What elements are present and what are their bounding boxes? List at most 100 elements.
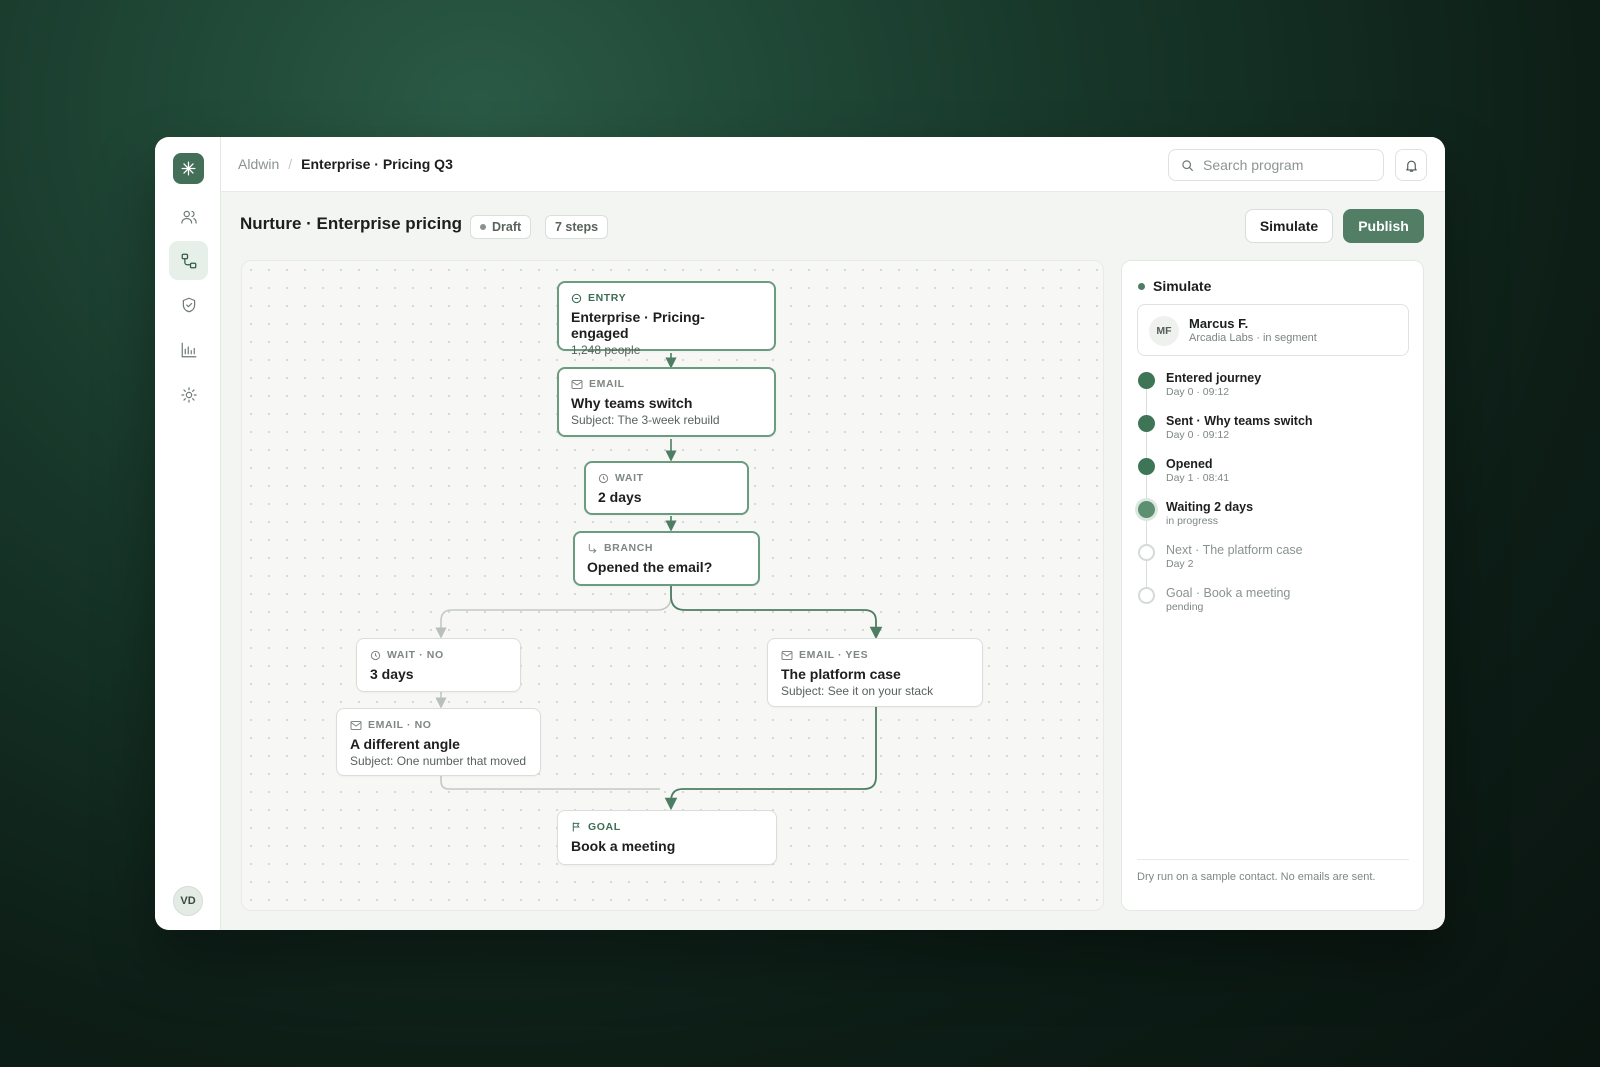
node-subtitle: Subject: See it on your stack xyxy=(781,684,934,698)
status-badge: Draft xyxy=(470,215,532,239)
journey-canvas[interactable]: ENTRY Enterprise · Pricing-engaged 1,248… xyxy=(241,260,1104,911)
nav-settings[interactable] xyxy=(169,375,208,414)
panel-heading: Simulate xyxy=(1138,278,1211,294)
mail-icon xyxy=(571,379,583,389)
simulate-panel: Simulate MF Marcus F. Arcadia Labs · in … xyxy=(1121,260,1424,911)
node-title: Why teams switch xyxy=(571,395,693,411)
steps-label: 7 steps xyxy=(555,220,599,234)
search-icon xyxy=(1182,159,1193,171)
node-email-yes[interactable]: EMAIL · YES The platform case Subject: S… xyxy=(767,638,983,707)
connector-email-yes-goal xyxy=(664,707,877,811)
nav-audience[interactable] xyxy=(169,197,208,236)
timeline-title: Goal · Book a meeting xyxy=(1166,586,1291,600)
sample-contact-card[interactable]: MF Marcus F. Arcadia Labs · in segment xyxy=(1137,304,1409,356)
node-kind: GOAL xyxy=(588,821,621,833)
node-title: The platform case xyxy=(781,666,901,682)
mail-icon xyxy=(781,650,793,660)
node-email-no[interactable]: EMAIL · NO A different angle Subject: On… xyxy=(336,708,541,776)
timeline-title: Sent · Why teams switch xyxy=(1166,414,1313,428)
connector-branch-yes xyxy=(670,586,883,640)
search-input[interactable] xyxy=(1203,157,1363,173)
timeline-title: Entered journey xyxy=(1166,371,1262,385)
node-wait-no[interactable]: WAIT · NO 3 days xyxy=(356,638,521,692)
breadcrumb: Aldwin / Enterprise · Pricing Q3 xyxy=(238,156,453,172)
node-title: Enterprise · Pricing-engaged xyxy=(571,309,705,341)
status-label: Draft xyxy=(492,220,522,234)
publish-button[interactable]: Publish xyxy=(1343,209,1424,243)
steps-badge: 7 steps xyxy=(545,215,609,239)
node-entry[interactable]: ENTRY Enterprise · Pricing-engaged 1,248… xyxy=(557,281,776,357)
timeline-line xyxy=(1146,381,1147,601)
node-wait-2-days[interactable]: WAIT 2 days xyxy=(584,461,749,515)
user-avatar[interactable]: VD xyxy=(173,886,203,916)
branch-icon xyxy=(588,543,597,553)
node-kind: EMAIL xyxy=(589,378,625,390)
timeline-title: Next · The platform case xyxy=(1166,543,1303,557)
node-goal[interactable]: GOAL Book a meeting xyxy=(557,810,777,865)
mail-icon xyxy=(350,720,362,730)
top-bar: Aldwin / Enterprise · Pricing Q3 xyxy=(221,137,1445,192)
node-title: 2 days xyxy=(598,489,642,505)
panel-status-dot xyxy=(1138,282,1145,290)
flag-icon xyxy=(572,822,580,832)
node-subtitle: 1,248 people xyxy=(571,343,641,357)
simulate-button[interactable]: Simulate xyxy=(1245,209,1333,243)
timeline-dot-pending xyxy=(1138,587,1155,604)
nav-journeys[interactable] xyxy=(169,241,208,280)
timeline-meta: Day 0 · 09:12 xyxy=(1166,386,1230,398)
breadcrumb-workspace[interactable]: Aldwin xyxy=(238,156,279,172)
dry-run-note: Dry run on a sample contact. No emails a… xyxy=(1137,871,1376,883)
nav-analytics[interactable] xyxy=(169,330,208,369)
node-title: Book a meeting xyxy=(571,838,676,854)
clock-icon xyxy=(370,650,381,660)
timeline-title: Waiting 2 days xyxy=(1166,500,1254,514)
timeline-meta: pending xyxy=(1166,601,1204,613)
node-kind: EMAIL · NO xyxy=(368,719,432,731)
panel-title: Simulate xyxy=(1153,278,1212,294)
sparkle-logo-icon[interactable] xyxy=(173,153,204,184)
flow-icon xyxy=(181,253,196,268)
node-title: 3 days xyxy=(370,666,414,682)
node-kind: ENTRY xyxy=(588,292,627,304)
people-icon xyxy=(180,210,197,224)
node-email-why-teams[interactable]: EMAIL Why teams switch Subject: The 3-we… xyxy=(557,367,776,437)
nav-rail: VD xyxy=(155,137,221,930)
timeline-dot-current xyxy=(1138,501,1155,518)
timeline-dot-done xyxy=(1138,458,1155,475)
app-window: VD Aldwin / Enterprise · Pricing Q3 Nurt… xyxy=(155,137,1445,930)
chart-icon xyxy=(181,342,196,357)
gear-icon xyxy=(180,386,197,403)
timeline-meta: Day 2 xyxy=(1166,558,1194,570)
panel-divider xyxy=(1137,859,1409,860)
nav-compliance[interactable] xyxy=(169,285,208,324)
node-kind: WAIT · NO xyxy=(387,649,444,661)
contact-name: Marcus F. xyxy=(1189,316,1249,331)
node-kind: EMAIL · YES xyxy=(799,649,869,661)
entry-icon xyxy=(571,293,582,303)
timeline-dot-pending xyxy=(1138,544,1155,561)
timeline-dot-done xyxy=(1138,372,1155,389)
timeline-meta: Day 0 · 09:12 xyxy=(1166,429,1230,441)
node-subtitle: Subject: One number that moved xyxy=(350,754,527,768)
breadcrumb-separator: / xyxy=(288,156,293,172)
status-dot xyxy=(480,224,486,230)
contact-avatar: MF xyxy=(1149,316,1179,346)
timeline-meta: Day 1 · 08:41 xyxy=(1166,472,1230,484)
shield-icon xyxy=(182,297,195,312)
node-title: A different angle xyxy=(350,736,460,752)
timeline-dot-done xyxy=(1138,415,1155,432)
timeline-title: Opened xyxy=(1166,457,1213,471)
notifications-button[interactable] xyxy=(1395,149,1427,181)
timeline-meta: in progress xyxy=(1166,515,1218,527)
node-branch-opened[interactable]: BRANCH Opened the email? xyxy=(573,531,760,586)
node-subtitle: Subject: The 3-week rebuild xyxy=(571,413,720,427)
breadcrumb-program[interactable]: Enterprise · Pricing Q3 xyxy=(301,156,453,172)
connector-branch-no xyxy=(435,586,672,639)
node-kind: BRANCH xyxy=(604,542,654,554)
page-title: Nurture · Enterprise pricing xyxy=(240,214,462,233)
clock-icon xyxy=(598,473,609,483)
bell-icon xyxy=(1405,160,1417,172)
search-box[interactable] xyxy=(1168,149,1384,181)
node-kind: WAIT xyxy=(615,472,644,484)
node-title: Opened the email? xyxy=(587,559,713,575)
